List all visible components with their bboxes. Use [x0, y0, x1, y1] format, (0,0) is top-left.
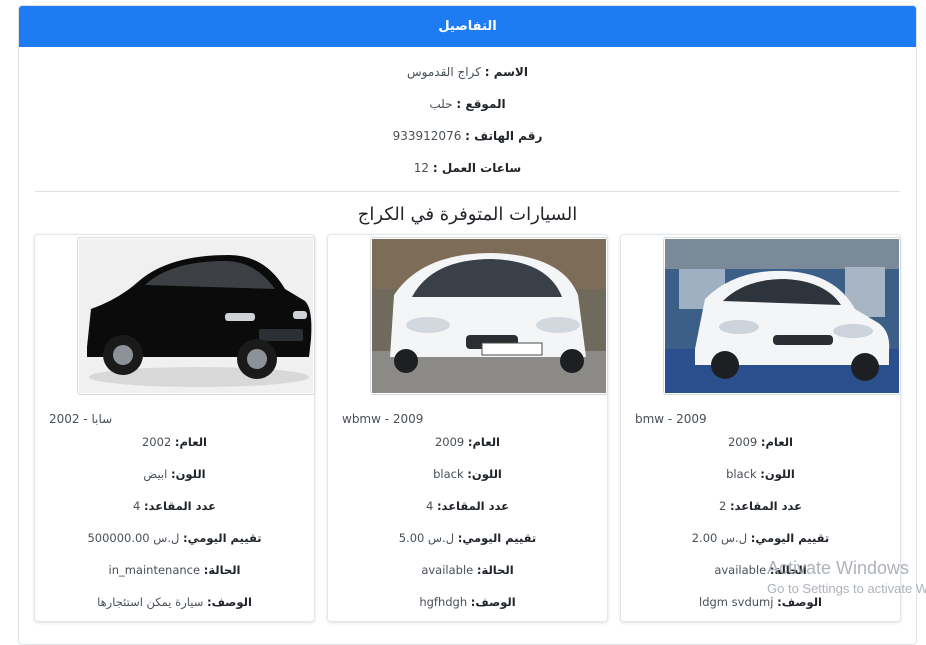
car-color-row: اللون: black — [621, 467, 900, 481]
car-desc-value: سيارة يمكن استئجارها — [97, 595, 204, 609]
section-divider — [35, 191, 900, 192]
car-status-label: الحالة: — [476, 563, 514, 577]
car-seats-label: عدد المقاعد: — [729, 499, 803, 513]
garage-location-value: حلب — [429, 97, 453, 111]
car-seats-label: عدد المقاعد: — [436, 499, 510, 513]
car-seats-row: عدد المقاعد: 4 — [328, 499, 607, 513]
garage-phone-label: رقم الهاتف : — [465, 129, 543, 143]
car-photo — [77, 237, 315, 395]
car-photo-image — [79, 239, 313, 393]
car-title: wbmw - 2009 — [342, 412, 424, 426]
activate-windows-watermark: Activate Windows Go to Settings to activ… — [767, 558, 926, 596]
car-title: سابا - 2002 — [49, 412, 113, 426]
watermark-title: Activate Windows — [767, 558, 910, 578]
car-desc-label: الوصف: — [470, 595, 516, 609]
car-year-label: العام: — [760, 435, 794, 449]
car-rate-row: تقييم اليومي: ل.س 5.00 — [328, 531, 607, 545]
garage-location-label: الموقع : — [456, 97, 506, 111]
garage-name-row: الاسم : كراج القدموس — [19, 65, 916, 79]
car-desc-row: الوصف: سيارة يمكن استئجارها — [35, 595, 314, 609]
car-rate-row: تقييم اليومي: ل.س 2.00 — [621, 531, 900, 545]
panel-header: التفاصيل — [19, 6, 916, 47]
car-photo-image — [372, 239, 606, 393]
car-status-row: الحالة: in_maintenance — [35, 563, 314, 577]
car-year-label: العام: — [467, 435, 501, 449]
watermark-subtitle: Go to Settings to activate Windows. — [767, 581, 926, 596]
car-card[interactable]: سابا - 2002 العام: 2002 اللون: ابيض عدد … — [34, 234, 315, 622]
garage-hours-value: 12 — [413, 161, 430, 175]
car-status-value: in_maintenance — [108, 563, 201, 577]
car-year-label: العام: — [174, 435, 208, 449]
car-color-value: black — [433, 467, 464, 481]
garage-location-row: الموقع : حلب — [19, 97, 916, 111]
car-desc-value: ldgm svdumj — [699, 595, 774, 609]
car-color-label: اللون: — [467, 467, 502, 481]
car-rate-value: ل.س 500000.00 — [87, 531, 180, 545]
car-color-label: اللون: — [171, 467, 206, 481]
car-seats-value: 2 — [718, 499, 727, 513]
car-rate-value: ل.س 5.00 — [398, 531, 455, 545]
car-color-value: ابيض — [143, 467, 168, 481]
car-photo-image — [665, 239, 899, 393]
car-desc-label: الوصف: — [207, 595, 252, 609]
car-year-row: العام: 2009 — [328, 435, 607, 449]
car-photo — [370, 237, 608, 395]
cars-section-title: السيارات المتوفرة في الكراج — [357, 204, 578, 225]
garage-hours-row: ساعات العمل : 12 — [19, 161, 916, 175]
car-status-value: available — [714, 563, 767, 577]
car-year-value: 2009 — [727, 435, 758, 449]
car-status-value: available — [421, 563, 474, 577]
car-status-row: الحالة: available — [328, 563, 607, 577]
car-seats-value: 4 — [132, 499, 141, 513]
car-desc-value: hgfhdgh — [419, 595, 468, 609]
car-rate-value: ل.س 2.00 — [691, 531, 748, 545]
car-seats-label: عدد المقاعد: — [143, 499, 217, 513]
garage-hours-label: ساعات العمل : — [432, 161, 522, 175]
car-year-row: العام: 2002 — [35, 435, 314, 449]
garage-name-label: الاسم : — [484, 65, 528, 79]
details-panel: التفاصيل الاسم : كراج القدموس الموقع : ح… — [18, 5, 917, 645]
garage-phone-value: 933912076 — [392, 129, 462, 143]
car-rate-label: تقييم اليومي: — [750, 531, 830, 545]
car-desc-row: الوصف: hgfhdgh — [328, 595, 607, 609]
car-card[interactable]: wbmw - 2009 العام: 2009 اللون: black عدد… — [327, 234, 608, 622]
car-color-value: black — [726, 467, 757, 481]
car-title: bmw - 2009 — [635, 412, 707, 426]
car-desc-row: الوصف: ldgm svdumj — [621, 595, 900, 609]
car-seats-row: عدد المقاعد: 4 — [35, 499, 314, 513]
car-seats-value: 4 — [425, 499, 434, 513]
car-desc-label: الوصف: — [777, 595, 822, 609]
car-color-row: اللون: ابيض — [35, 467, 314, 481]
car-status-label: الحالة: — [203, 563, 241, 577]
car-rate-row: تقييم اليومي: ل.س 500000.00 — [35, 531, 314, 545]
car-rate-label: تقييم اليومي: — [457, 531, 537, 545]
garage-name-value: كراج القدموس — [407, 65, 481, 79]
car-color-row: اللون: black — [328, 467, 607, 481]
car-year-value: 2002 — [141, 435, 172, 449]
car-year-row: العام: 2009 — [621, 435, 900, 449]
car-color-label: اللون: — [760, 467, 795, 481]
garage-phone-row: رقم الهاتف : 933912076 — [19, 129, 916, 143]
car-photo — [663, 237, 901, 395]
car-year-value: 2009 — [434, 435, 465, 449]
car-rate-label: تقييم اليومي: — [183, 531, 262, 545]
panel-title: التفاصيل — [438, 19, 497, 34]
car-seats-row: عدد المقاعد: 2 — [621, 499, 900, 513]
